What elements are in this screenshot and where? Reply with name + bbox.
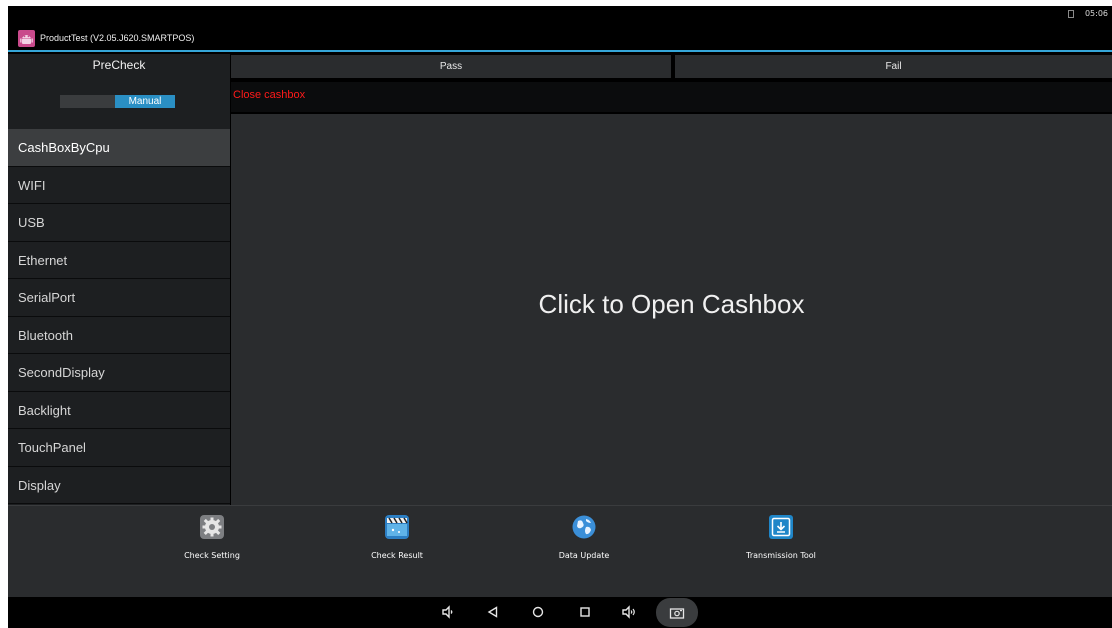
sidebar: PreCheck Manual CashBoxByCpu WIFI USB Et… (8, 54, 230, 505)
pass-button[interactable]: Pass (231, 55, 671, 78)
clapperboard-icon (385, 515, 409, 539)
recents-icon[interactable] (576, 603, 594, 621)
mode-toggle-switch[interactable]: Manual (60, 95, 175, 108)
sidebar-item-usb[interactable]: USB (8, 204, 230, 242)
back-icon[interactable] (484, 603, 502, 621)
data-update-label: Data Update (558, 551, 610, 560)
volume-up-icon[interactable] (620, 603, 638, 621)
system-nav-bar (8, 597, 1112, 628)
gear-icon (200, 515, 224, 539)
mode-toggle-label: Manual (115, 95, 175, 108)
device-screen: 05:06 ProductTest (V2.05.J620.SMARTPOS) … (8, 6, 1112, 628)
sidebar-item-backlight[interactable]: Backlight (8, 391, 230, 429)
data-update-button[interactable]: Data Update (529, 514, 639, 560)
test-item-list: CashBoxByCpu WIFI USB Ethernet SerialPor… (8, 129, 230, 504)
open-cashbox-area[interactable]: Click to Open Cashbox (231, 114, 1112, 505)
transmission-tool-label: Transmission Tool (746, 551, 816, 560)
bottom-toolbar: Check Setting Check Result Data Update T… (8, 505, 1112, 597)
sidebar-item-ethernet[interactable]: Ethernet (8, 241, 230, 279)
sidebar-item-seconddisplay[interactable]: SecondDisplay (8, 354, 230, 392)
sidebar-item-wifi[interactable]: WIFI (8, 166, 230, 204)
check-result-button[interactable]: Check Result (342, 514, 452, 560)
volume-down-icon[interactable] (439, 603, 457, 621)
check-setting-button[interactable]: Check Setting (157, 514, 267, 560)
check-setting-label: Check Setting (184, 551, 240, 560)
status-bar: 05:06 (8, 6, 1112, 24)
message-bar: Close cashbox (231, 82, 1112, 112)
sim-card-icon (1068, 10, 1074, 18)
status-time: 05:06 (1084, 9, 1108, 18)
app-title: ProductTest (V2.05.J620.SMARTPOS) (40, 33, 195, 43)
android-robot-icon (18, 30, 35, 47)
status-message: Close cashbox (233, 89, 306, 101)
main-panel: Pass Fail Close cashbox Click to Open Ca… (231, 54, 1112, 505)
screenshot-icon (669, 608, 685, 619)
home-icon[interactable] (529, 603, 547, 621)
fail-button[interactable]: Fail (675, 55, 1112, 78)
precheck-heading: PreCheck (92, 58, 146, 72)
download-box-icon (769, 515, 793, 539)
globe-icon (572, 515, 596, 539)
sidebar-item-touchpanel[interactable]: TouchPanel (8, 429, 230, 467)
sidebar-item-cashboxbycpu[interactable]: CashBoxByCpu (8, 129, 230, 167)
check-result-label: Check Result (371, 551, 423, 560)
sidebar-item-bluetooth[interactable]: Bluetooth (8, 316, 230, 354)
sidebar-item-display[interactable]: Display (8, 466, 230, 504)
sidebar-item-serialport[interactable]: SerialPort (8, 279, 230, 317)
open-cashbox-prompt: Click to Open Cashbox (538, 289, 805, 319)
screenshot-button[interactable] (656, 598, 698, 627)
transmission-tool-button[interactable]: Transmission Tool (726, 514, 836, 560)
app-title-bar: ProductTest (V2.05.J620.SMARTPOS) (8, 24, 1112, 52)
